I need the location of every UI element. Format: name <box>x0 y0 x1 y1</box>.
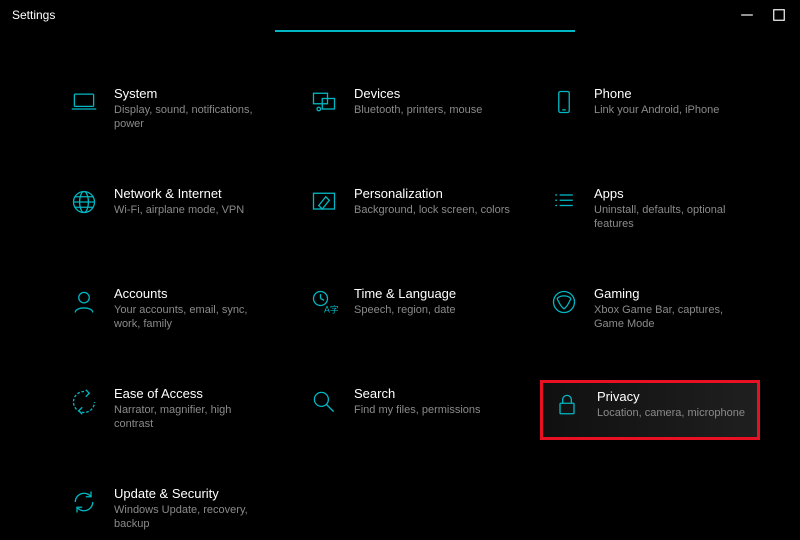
tile-desc: Location, camera, microphone <box>597 406 745 420</box>
maximize-button[interactable] <box>772 8 786 22</box>
tile-title: Network & Internet <box>114 186 244 201</box>
tile-desc: Narrator, magnifier, high contrast <box>114 403 272 432</box>
tile-gaming[interactable]: Gaming Xbox Game Bar, captures, Game Mod… <box>540 280 760 340</box>
tile-title: Time & Language <box>354 286 456 301</box>
tile-title: Phone <box>594 86 719 101</box>
phone-icon <box>548 86 580 118</box>
tile-desc: Background, lock screen, colors <box>354 203 510 217</box>
ease-icon <box>68 386 100 418</box>
tile-network[interactable]: Network & Internet Wi-Fi, airplane mode,… <box>60 180 280 240</box>
lock-icon <box>551 389 583 421</box>
search-icon <box>308 386 340 418</box>
tile-update-security[interactable]: Update & Security Windows Update, recove… <box>60 480 280 540</box>
tile-desc: Display, sound, notifications, power <box>114 103 272 132</box>
search-input-underline[interactable] <box>275 30 575 32</box>
tile-phone[interactable]: Phone Link your Android, iPhone <box>540 80 760 140</box>
tile-apps[interactable]: Apps Uninstall, defaults, optional featu… <box>540 180 760 240</box>
gaming-icon <box>548 286 580 318</box>
tile-title: Update & Security <box>114 486 272 501</box>
laptop-icon <box>68 86 100 118</box>
tile-desc: Link your Android, iPhone <box>594 103 719 117</box>
tile-desc: Windows Update, recovery, backup <box>114 503 272 532</box>
tile-title: Accounts <box>114 286 272 301</box>
globe-icon <box>68 186 100 218</box>
apps-icon <box>548 186 580 218</box>
window-title: Settings <box>8 8 55 22</box>
tile-title: Gaming <box>594 286 752 301</box>
tile-title: Devices <box>354 86 482 101</box>
devices-icon <box>308 86 340 118</box>
tile-title: Ease of Access <box>114 386 272 401</box>
svg-text:A字: A字 <box>324 304 338 315</box>
tile-title: System <box>114 86 272 101</box>
tile-desc: Find my files, permissions <box>354 403 481 417</box>
window-controls <box>740 8 792 22</box>
brush-icon <box>308 186 340 218</box>
update-icon <box>68 486 100 518</box>
tile-privacy[interactable]: Privacy Location, camera, microphone <box>540 380 760 440</box>
titlebar: Settings <box>0 0 800 30</box>
tile-devices[interactable]: Devices Bluetooth, printers, mouse <box>300 80 520 140</box>
tile-title: Apps <box>594 186 752 201</box>
tile-desc: Speech, region, date <box>354 303 456 317</box>
tile-title: Privacy <box>597 389 745 404</box>
minimize-button[interactable] <box>740 8 754 22</box>
person-icon <box>68 286 100 318</box>
tile-system[interactable]: System Display, sound, notifications, po… <box>60 80 280 140</box>
time-lang-icon: A字 <box>308 286 340 318</box>
tile-desc: Your accounts, email, sync, work, family <box>114 303 272 332</box>
tile-ease-of-access[interactable]: Ease of Access Narrator, magnifier, high… <box>60 380 280 440</box>
tile-search[interactable]: Search Find my files, permissions <box>300 380 520 440</box>
tile-title: Search <box>354 386 481 401</box>
tile-personalization[interactable]: Personalization Background, lock screen,… <box>300 180 520 240</box>
tile-desc: Wi-Fi, airplane mode, VPN <box>114 203 244 217</box>
tile-title: Personalization <box>354 186 510 201</box>
settings-grid: System Display, sound, notifications, po… <box>60 80 780 540</box>
tile-accounts[interactable]: Accounts Your accounts, email, sync, wor… <box>60 280 280 340</box>
tile-desc: Xbox Game Bar, captures, Game Mode <box>594 303 752 332</box>
tile-desc: Bluetooth, printers, mouse <box>354 103 482 117</box>
tile-time-language[interactable]: A字 Time & Language Speech, region, date <box>300 280 520 340</box>
tile-desc: Uninstall, defaults, optional features <box>594 203 752 232</box>
